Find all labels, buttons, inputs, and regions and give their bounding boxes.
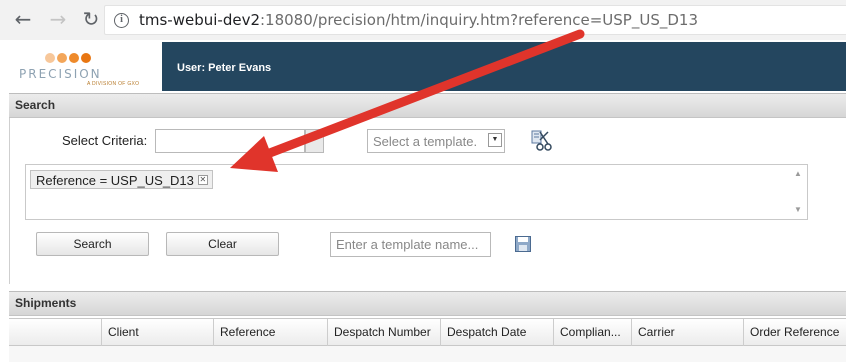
- select-criteria-label: Select Criteria:: [62, 133, 148, 148]
- logo-dot: [81, 53, 91, 63]
- browser-toolbar: ← → ↻ i tms-webui-dev2:18080/precision/h…: [0, 0, 846, 40]
- column-header-despatch-date[interactable]: Despatch Date: [440, 319, 553, 346]
- criteria-list[interactable]: Reference = USP_US_D13 ✕ ▲ ▼: [25, 164, 808, 220]
- column-header-select[interactable]: [9, 319, 101, 346]
- logo-wordmark: PRECISION: [19, 67, 102, 81]
- grid-body: [9, 346, 846, 362]
- column-header-reference[interactable]: Reference: [213, 319, 327, 346]
- chevron-down-icon[interactable]: ▼: [488, 133, 502, 147]
- column-header-client[interactable]: Client: [101, 319, 213, 346]
- column-header-despatch-number[interactable]: Despatch Number: [327, 319, 440, 346]
- template-name-input[interactable]: Enter a template name...: [330, 232, 491, 257]
- forward-arrow-icon[interactable]: →: [47, 8, 69, 30]
- clear-button[interactable]: Clear: [166, 232, 279, 256]
- reload-icon[interactable]: ↻: [80, 8, 102, 30]
- user-label: User: Peter Evans: [177, 62, 272, 74]
- template-select[interactable]: Select a template. ▼: [367, 129, 505, 153]
- logo-dot: [57, 53, 67, 63]
- search-panel-title: Search: [15, 98, 56, 112]
- search-button[interactable]: Search: [36, 232, 149, 256]
- save-icon[interactable]: [515, 236, 531, 252]
- criteria-chip-label: Reference = USP_US_D13: [36, 173, 194, 188]
- site-info-icon[interactable]: i: [114, 13, 129, 28]
- criteria-chip[interactable]: Reference = USP_US_D13 ✕: [30, 170, 213, 189]
- shipments-grid-header: Client Reference Despatch Number Despatc…: [9, 318, 846, 346]
- url-text: tms-webui-dev2:18080/precision/htm/inqui…: [139, 11, 698, 29]
- address-bar[interactable]: i tms-webui-dev2:18080/precision/htm/inq…: [104, 5, 846, 35]
- criteria-scrollbar[interactable]: ▲ ▼: [791, 165, 807, 219]
- logo-dot: [69, 53, 79, 63]
- column-header-order-reference[interactable]: Order Reference: [743, 319, 846, 346]
- remove-chip-icon[interactable]: ✕: [197, 175, 208, 185]
- template-name-placeholder: Enter a template name...: [336, 237, 479, 252]
- search-panel-header: Search: [9, 93, 846, 118]
- column-header-compliance[interactable]: Complian...: [553, 319, 631, 346]
- logo-dot: [45, 53, 55, 63]
- criteria-dropdown-button[interactable]: [305, 129, 324, 153]
- scissors-icon[interactable]: [530, 130, 552, 152]
- precision-logo: PRECISION A DIVISION OF GXO: [9, 42, 162, 91]
- logo-subtext: A DIVISION OF GXO: [87, 81, 140, 87]
- template-select-placeholder: Select a template.: [373, 134, 478, 149]
- scroll-down-icon[interactable]: ▼: [794, 205, 802, 214]
- shipments-panel-header: Shipments: [9, 291, 846, 316]
- criteria-input[interactable]: [155, 129, 305, 153]
- back-arrow-icon[interactable]: ←: [12, 8, 34, 30]
- column-header-carrier[interactable]: Carrier: [631, 319, 743, 346]
- shipments-panel-title: Shipments: [15, 296, 77, 310]
- app-header: PRECISION A DIVISION OF GXO User: Peter …: [9, 42, 846, 91]
- logo-dots: [45, 50, 93, 68]
- scroll-up-icon[interactable]: ▲: [794, 169, 802, 178]
